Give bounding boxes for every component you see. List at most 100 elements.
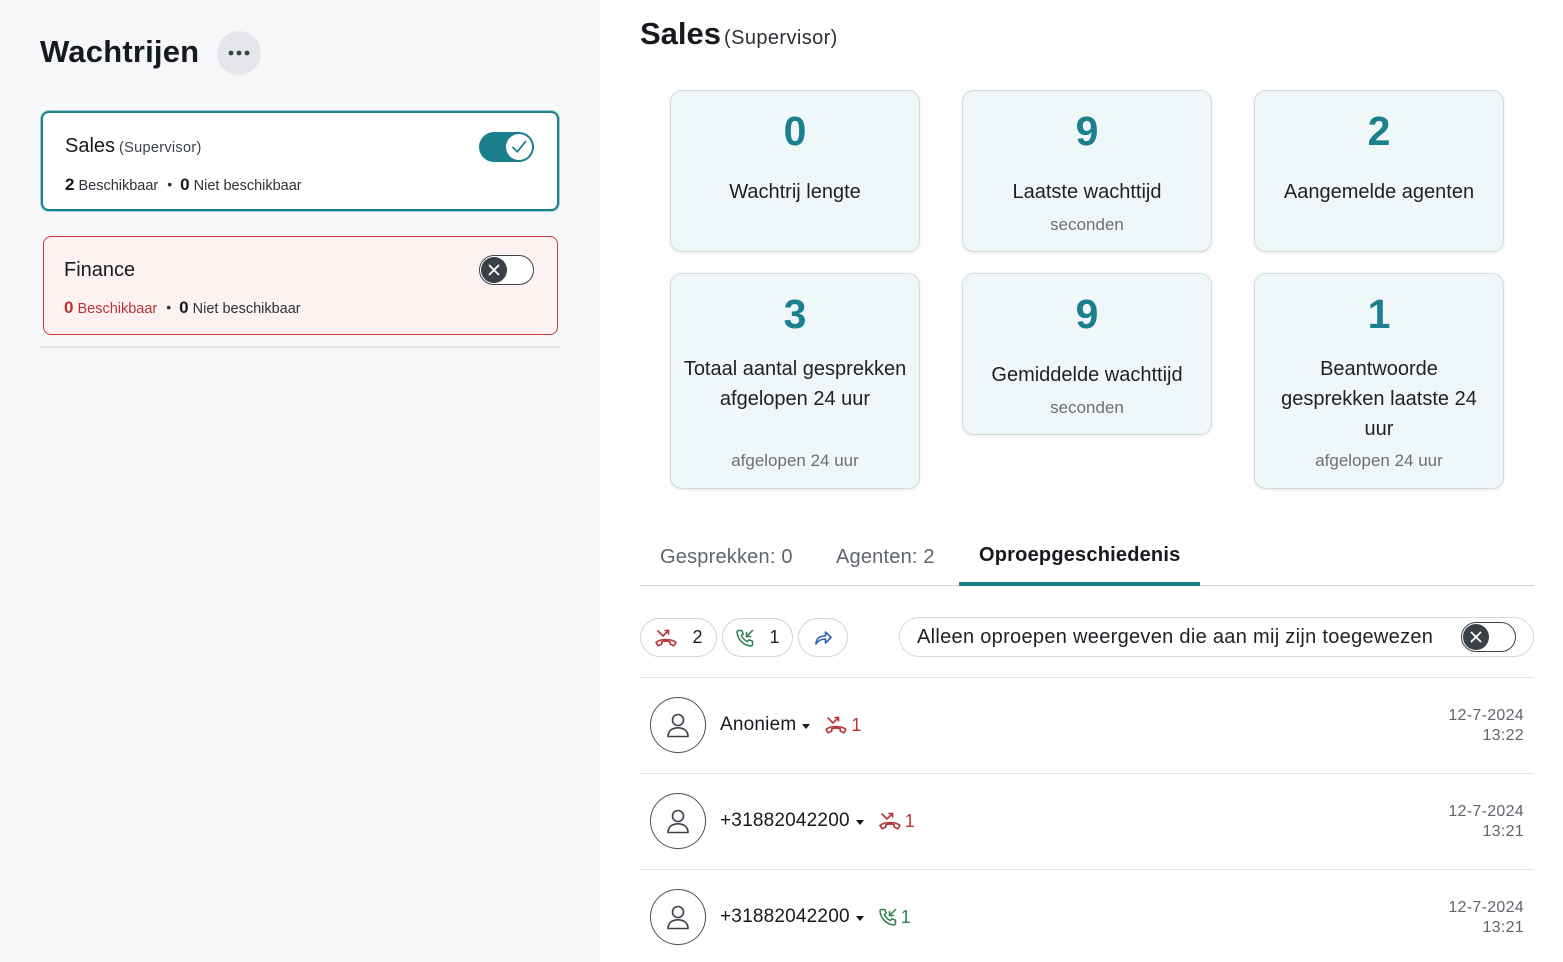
unavailable-count: 0 <box>180 175 190 194</box>
call-status-badge: 1 <box>878 907 911 928</box>
stat-value: 9 <box>1075 108 1099 154</box>
unavailable-label: Niet beschikbaar <box>192 301 301 317</box>
queue-title-role: (Supervisor) <box>724 27 838 49</box>
call-time: 13:21 <box>1482 919 1524 936</box>
avatar <box>650 697 706 753</box>
avatar <box>650 793 706 849</box>
call-count: 1 <box>904 810 915 831</box>
available-count: 2 <box>65 175 75 194</box>
missed-count: 2 <box>692 627 703 647</box>
queue-toggle-sales[interactable] <box>479 132 534 162</box>
stat-sub: afgelopen 24 uur <box>1315 451 1443 470</box>
queue-availability: 2 Beschikbaar • 0 Niet beschikbaar <box>65 175 302 195</box>
call-datetime: 12-7-2024 13:21 <box>1448 898 1524 938</box>
stat-label: Totaal aantal gesprekken afgelopen 24 uu… <box>683 358 907 410</box>
stat-sub: seconden <box>1050 215 1124 234</box>
call-datetime: 12-7-2024 13:21 <box>1448 802 1524 842</box>
missed-call-icon <box>878 812 901 830</box>
caller-name[interactable]: Anoniem <box>720 714 796 736</box>
missed-call-icon <box>655 629 678 647</box>
missed-call-icon <box>825 716 848 734</box>
stat-label: Aangemelde agenten <box>1283 181 1475 203</box>
stat-value: 0 <box>783 108 807 154</box>
filter-missed-calls[interactable]: 2 <box>640 618 717 657</box>
separator-dot: • <box>167 176 173 192</box>
call-date: 12-7-2024 <box>1448 803 1524 820</box>
stat-card-avg-wait: 9 Gemiddelde wachttijd seconden <box>962 273 1212 435</box>
stat-value: 3 <box>783 291 807 337</box>
queue-toggle-finance[interactable] <box>479 255 534 285</box>
history-row[interactable]: +31882042200 1 12-7-2024 13:21 <box>640 773 1534 869</box>
stat-value: 9 <box>1075 291 1099 337</box>
stat-card-last-wait: 9 Laatste wachttijd seconden <box>962 90 1212 252</box>
unavailable-count: 0 <box>179 298 189 317</box>
call-time: 13:22 <box>1482 727 1524 744</box>
separator-dot: • <box>166 299 172 315</box>
caller-name[interactable]: +31882042200 <box>720 906 850 928</box>
assigned-only-toggle[interactable] <box>1461 622 1516 652</box>
available-count: 0 <box>64 298 74 317</box>
caller-name[interactable]: +31882042200 <box>720 810 850 832</box>
call-count: 1 <box>900 906 911 927</box>
queue-name: Sales <box>65 135 116 157</box>
queue-card-finance[interactable]: Finance 0 Beschikbaar • 0 Niet beschikbaa… <box>43 236 558 335</box>
more-horizontal-icon <box>228 50 250 56</box>
caret-down-icon[interactable] <box>802 723 811 729</box>
assigned-only-label: Alleen oproepen weergeven die aan mij zi… <box>917 626 1434 648</box>
history-row[interactable]: Anoniem 1 12-7-2024 13:22 <box>640 677 1534 773</box>
history-row[interactable]: +31882042200 1 12-7-2024 13:21 <box>640 869 1534 962</box>
stat-label: Wachtrij lengte <box>729 181 861 203</box>
queue-role: (Supervisor) <box>119 140 202 156</box>
filter-answered-calls[interactable]: 1 <box>722 618 793 657</box>
stat-card-logged-agents: 2 Aangemelde agenten <box>1254 90 1504 252</box>
caret-down-icon[interactable] <box>855 915 864 921</box>
incoming-call-icon <box>878 908 896 926</box>
page-title: Sales (Supervisor) <box>640 16 838 52</box>
stat-card-answered-calls: 1 Beantwoorde gesprekken laatste 24 uur … <box>1254 273 1504 489</box>
queue-card-sales[interactable]: Sales (Supervisor) 2 Beschikbaar • 0 Niet… <box>41 111 559 211</box>
stat-sub: seconden <box>1050 398 1124 417</box>
divider <box>40 346 560 348</box>
avatar <box>650 889 706 945</box>
user-icon <box>667 905 689 930</box>
queue-name: Finance <box>64 259 136 281</box>
call-time: 13:21 <box>1482 823 1524 840</box>
available-label: Beschikbaar <box>77 301 158 317</box>
queues-title: Wachtrijen <box>40 34 200 69</box>
available-label: Beschikbaar <box>78 178 159 194</box>
call-count: 1 <box>851 714 862 735</box>
x-icon <box>1470 631 1482 643</box>
user-icon <box>667 809 689 834</box>
incoming-call-icon <box>736 629 754 647</box>
call-date: 12-7-2024 <box>1448 707 1524 724</box>
stat-value: 1 <box>1367 291 1391 337</box>
queues-more-button[interactable] <box>217 31 261 75</box>
call-status-badge: 1 <box>878 811 915 832</box>
stat-card-total-calls: 3 Totaal aantal gesprekken afgelopen 24 … <box>670 273 920 489</box>
user-icon <box>667 713 689 738</box>
call-datetime: 12-7-2024 13:22 <box>1448 706 1524 746</box>
stat-value: 2 <box>1367 108 1391 154</box>
call-date: 12-7-2024 <box>1448 899 1524 916</box>
caret-down-icon[interactable] <box>855 819 864 825</box>
queues-panel: Wachtrijen Sales (Supervisor) 2 Beschikba… <box>0 0 600 962</box>
check-icon <box>512 140 527 153</box>
tab-conversations[interactable]: Gesprekken: 0 <box>660 546 793 569</box>
stat-sub: afgelopen 24 uur <box>731 451 859 470</box>
tab-call-history[interactable]: Oproepgeschiedenis <box>979 544 1180 567</box>
queue-availability: 0 Beschikbaar • 0 Niet beschikbaar <box>64 298 301 318</box>
unavailable-label: Niet beschikbaar <box>193 178 302 194</box>
tab-agents[interactable]: Agenten: 2 <box>836 546 935 569</box>
active-tab-indicator <box>959 582 1200 586</box>
forward-icon <box>815 630 832 645</box>
assigned-only-filter: Alleen oproepen weergeven die aan mij zi… <box>899 617 1534 657</box>
x-icon <box>488 264 500 276</box>
filter-forwarded-calls[interactable] <box>798 618 848 657</box>
queue-title: Sales <box>640 16 722 51</box>
call-status-badge: 1 <box>824 715 861 736</box>
answered-count: 1 <box>769 627 780 647</box>
stat-label: Laatste wachttijd <box>1012 181 1162 203</box>
stat-label: Gemiddelde wachttijd <box>991 364 1183 386</box>
stat-card-queue-length: 0 Wachtrij lengte <box>670 90 920 252</box>
stat-label: Beantwoorde gesprekken laatste 24 uur <box>1281 358 1477 440</box>
